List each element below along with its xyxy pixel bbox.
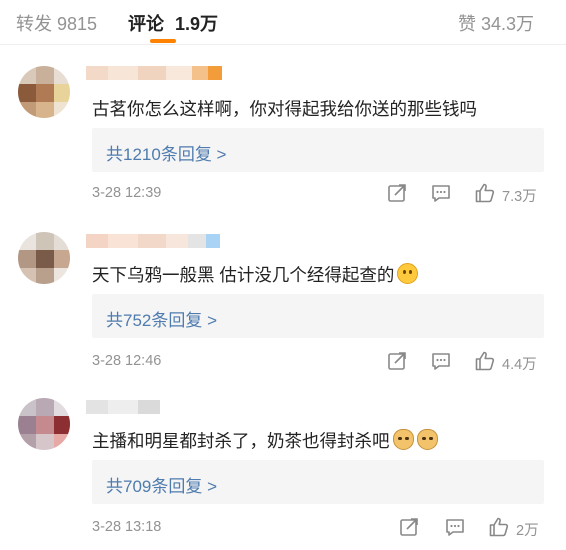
comment-icon[interactable] bbox=[430, 182, 452, 204]
comment-text-content: 主播和明星都封杀了，奶茶也得封杀吧 bbox=[92, 431, 390, 451]
like-count: 4.4万 bbox=[502, 357, 537, 373]
comment-time: 3-28 12:39 bbox=[92, 185, 162, 201]
tab-likes[interactable]: 赞 34.3万 bbox=[458, 10, 534, 36]
comment-meta: 3-28 12:46 4.4万 bbox=[0, 350, 566, 374]
replies-link[interactable]: 共752条回复 > bbox=[92, 294, 544, 338]
tabs-divider bbox=[0, 44, 566, 45]
doge-emoji-icon bbox=[416, 429, 438, 450]
replies-link[interactable]: 共1210条回复 > bbox=[92, 128, 544, 172]
share-icon[interactable] bbox=[386, 182, 408, 204]
comment-meta: 3-28 12:39 7.3万 bbox=[0, 182, 566, 206]
share-icon[interactable] bbox=[386, 350, 408, 372]
comment-time: 3-28 12:46 bbox=[92, 353, 162, 369]
tab-comments-label: 评论 bbox=[128, 14, 164, 34]
thumbs-up-icon[interactable] bbox=[474, 182, 496, 204]
like-count: 7.3万 bbox=[502, 189, 537, 205]
comment-meta: 3-28 13:18 2万 bbox=[0, 516, 566, 540]
grimace-emoji-icon bbox=[397, 263, 419, 284]
thumbs-up-icon[interactable] bbox=[474, 350, 496, 372]
like-count: 2万 bbox=[516, 523, 539, 539]
comment-text-content: 天下乌鸦一般黑 估计没几个经得起查的 bbox=[92, 265, 395, 285]
replies-count: 共709条回复 > bbox=[106, 477, 218, 496]
comment-text: 天下乌鸦一般黑 估计没几个经得起查的 bbox=[92, 262, 419, 287]
avatar[interactable] bbox=[18, 398, 70, 450]
comment-icon[interactable] bbox=[430, 350, 452, 372]
replies-count: 共752条回复 > bbox=[106, 311, 218, 330]
comment-text: 主播和明星都封杀了，奶茶也得封杀吧 bbox=[92, 428, 438, 453]
comment-tabs: 转发 9815 评论 1.9万 赞 34.3万 bbox=[0, 0, 566, 44]
avatar[interactable] bbox=[18, 232, 70, 284]
comment-icon[interactable] bbox=[444, 516, 466, 538]
share-icon[interactable] bbox=[398, 516, 420, 538]
thumbs-up-icon[interactable] bbox=[488, 516, 510, 538]
comment-time: 3-28 13:18 bbox=[92, 519, 162, 535]
replies-count: 共1210条回复 > bbox=[106, 145, 227, 164]
avatar[interactable] bbox=[18, 66, 70, 118]
tab-comments-count: 1.9万 bbox=[175, 14, 219, 34]
comment-text: 古茗你怎么这样啊，你对得起我给你送的那些钱吗 bbox=[92, 99, 477, 119]
tab-repost[interactable]: 转发 9815 bbox=[16, 10, 97, 36]
tab-comments[interactable]: 评论 1.9万 bbox=[128, 10, 218, 36]
replies-link[interactable]: 共709条回复 > bbox=[92, 460, 544, 504]
active-tab-indicator bbox=[150, 39, 176, 43]
doge-emoji-icon bbox=[392, 429, 414, 450]
